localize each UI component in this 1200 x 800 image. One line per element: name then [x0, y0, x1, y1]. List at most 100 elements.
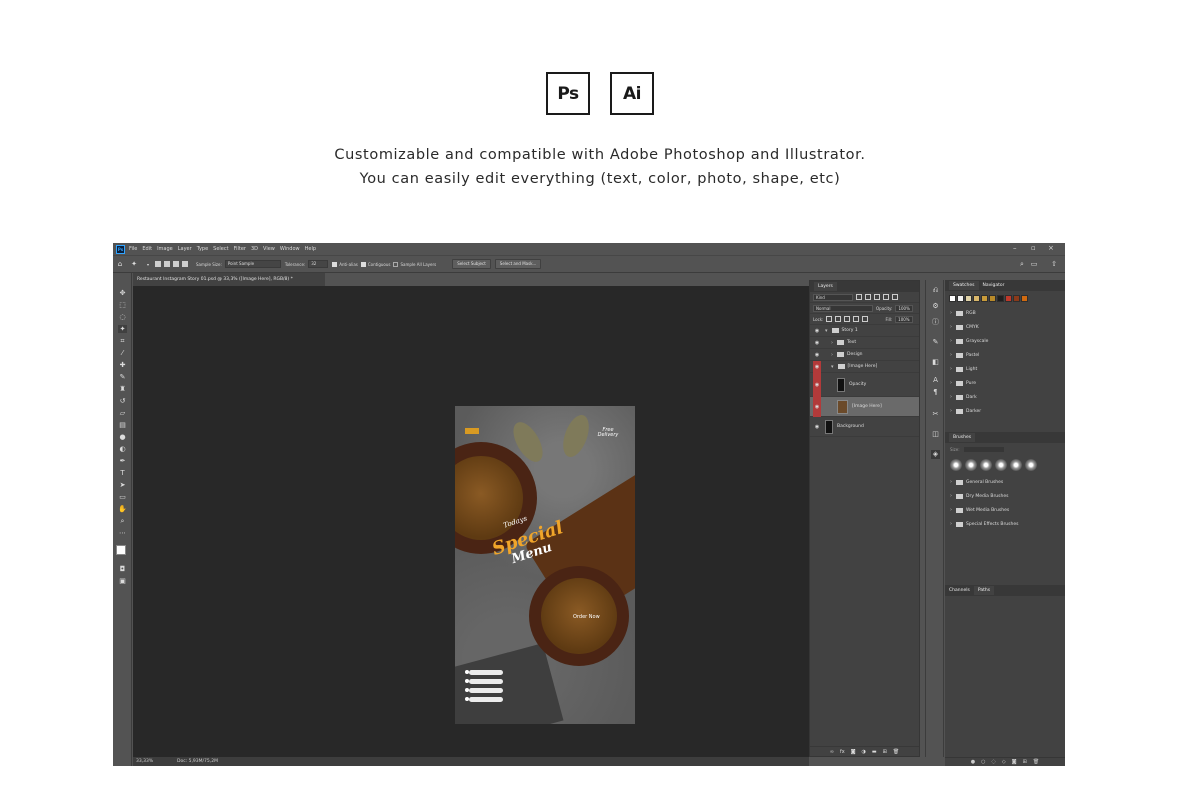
paragraph-icon[interactable]: ¶: [931, 388, 940, 397]
tab-layers[interactable]: Layers: [814, 282, 837, 291]
tab-brushes[interactable]: Brushes: [949, 433, 976, 442]
info-icon[interactable]: ⓘ: [931, 318, 940, 327]
menu-edit[interactable]: Edit: [142, 246, 152, 252]
stroke-path-icon[interactable]: ○: [981, 759, 985, 765]
layer-row[interactable]: ◉ › Text: [810, 337, 919, 349]
select-and-mask-button[interactable]: Select and Mask...: [494, 259, 542, 269]
menu-layer[interactable]: Layer: [178, 246, 192, 252]
layer-row[interactable]: ◉ [Image Here]: [810, 396, 919, 417]
chevron-right-icon[interactable]: ›: [950, 380, 952, 386]
eye-icon[interactable]: ◉: [813, 396, 821, 417]
load-selection-icon[interactable]: ◌: [992, 759, 996, 765]
chevron-right-icon[interactable]: ›: [950, 366, 952, 372]
chevron-right-icon[interactable]: ›: [950, 352, 952, 358]
lock-pixels-icon[interactable]: [826, 316, 833, 322]
menu-filter[interactable]: Filter: [234, 246, 246, 252]
folder-row[interactable]: › Darker: [945, 404, 1065, 418]
brush-preset[interactable]: [980, 459, 992, 471]
eye-icon[interactable]: ◉: [813, 349, 821, 361]
foreground-color[interactable]: [116, 545, 126, 555]
type-tool-icon[interactable]: T: [118, 469, 127, 477]
dodge-tool-icon[interactable]: ◐: [118, 445, 127, 453]
sample-all-layers-checkbox[interactable]: [393, 261, 399, 267]
adjustment-filter-icon[interactable]: [865, 294, 871, 300]
lock-artboard-icon[interactable]: [853, 316, 860, 322]
minimize-icon[interactable]: –: [1013, 244, 1017, 252]
subtract-selection-icon[interactable]: [173, 261, 179, 267]
new-group-icon[interactable]: ▬: [872, 749, 877, 755]
tolerance-input[interactable]: 32: [308, 260, 329, 268]
libraries-icon[interactable]: ◫: [931, 430, 940, 439]
lasso-tool-icon[interactable]: ◌: [118, 313, 127, 321]
magic-wand-tool-icon[interactable]: ✦: [118, 325, 127, 333]
chevron-right-icon[interactable]: ›: [950, 324, 952, 330]
folder-row[interactable]: › Grayscale: [945, 334, 1065, 348]
smart-filter-icon[interactable]: [892, 294, 898, 300]
menu-file[interactable]: File: [129, 246, 137, 252]
color-swatch[interactable]: [1013, 295, 1020, 302]
color-swatch[interactable]: [997, 295, 1004, 302]
document-tab[interactable]: Restaurant Instagram Story 01.psd @ 33,3…: [133, 273, 325, 286]
artwork-canvas[interactable]: Free Delivery Todays Special Menu Order …: [455, 406, 635, 724]
shape-filter-icon[interactable]: [883, 294, 889, 300]
menu-type[interactable]: Type: [197, 246, 208, 252]
folder-row[interactable]: › RGB: [945, 306, 1065, 320]
new-layer-icon[interactable]: ⊞: [883, 749, 887, 755]
tab-channels[interactable]: Channels: [949, 588, 970, 593]
chevron-right-icon[interactable]: ›: [950, 493, 952, 499]
marquee-tool-icon[interactable]: ⬚: [118, 301, 127, 309]
pixel-filter-icon[interactable]: [856, 294, 862, 300]
character-icon[interactable]: A: [931, 376, 940, 385]
fill-input[interactable]: 100%: [895, 315, 913, 323]
canvas-area[interactable]: Free Delivery Todays Special Menu Order …: [133, 286, 809, 757]
layer-row[interactable]: ◉ Background: [810, 417, 919, 437]
brush-preset[interactable]: [1025, 459, 1037, 471]
lock-position-icon[interactable]: [844, 316, 851, 322]
color-swatch[interactable]: [973, 295, 980, 302]
eye-icon[interactable]: ◉: [813, 417, 821, 437]
eyedropper-tool-icon[interactable]: ⁄: [118, 349, 127, 357]
tab-swatches[interactable]: Swatches: [949, 281, 979, 290]
eraser-tool-icon[interactable]: ▱: [118, 409, 127, 417]
eye-icon[interactable]: ◉: [813, 325, 821, 337]
trash-icon[interactable]: 🗑: [893, 749, 899, 755]
chevron-right-icon[interactable]: ›: [950, 479, 952, 485]
folder-row[interactable]: › Special Effects Brushes: [945, 517, 1065, 531]
select-subject-button[interactable]: Select Subject: [452, 259, 491, 269]
clone-source-icon[interactable]: ◧: [931, 358, 940, 367]
shape-tool-icon[interactable]: ▭: [118, 493, 127, 501]
kind-filter-select[interactable]: Kind: [813, 293, 853, 301]
workspace-icon[interactable]: ▭: [1030, 260, 1038, 268]
magic-wand-icon[interactable]: ✦: [130, 260, 138, 268]
color-swatch[interactable]: [965, 295, 972, 302]
screen-mode-icon[interactable]: ▣: [118, 577, 127, 585]
pen-tool-icon[interactable]: ✒: [118, 457, 127, 465]
search-icon[interactable]: ⌕: [1018, 260, 1026, 268]
make-path-icon[interactable]: ◇: [1002, 759, 1006, 765]
zoom-level[interactable]: 33,33%: [136, 759, 153, 764]
chevron-right-icon[interactable]: ›: [950, 394, 952, 400]
chevron-right-icon[interactable]: ›: [831, 352, 833, 358]
stamp-tool-icon[interactable]: ♜: [118, 385, 127, 393]
new-selection-icon[interactable]: [155, 261, 161, 267]
folder-row[interactable]: › General Brushes: [945, 475, 1065, 489]
new-path-icon[interactable]: ⊞: [1023, 759, 1027, 765]
close-icon[interactable]: ×: [1048, 244, 1054, 252]
chevron-right-icon[interactable]: ›: [950, 408, 952, 414]
folder-row[interactable]: › Dark: [945, 390, 1065, 404]
intersect-selection-icon[interactable]: [182, 261, 188, 267]
color-swatch[interactable]: [949, 295, 956, 302]
fill-path-icon[interactable]: ●: [971, 759, 975, 765]
chevron-right-icon[interactable]: ›: [950, 310, 952, 316]
brush-preset[interactable]: [1010, 459, 1022, 471]
layer-row[interactable]: ◉ ▾ [Image Here]: [810, 360, 919, 373]
zoom-tool-icon[interactable]: ⌕: [118, 517, 127, 525]
menu-select[interactable]: Select: [213, 246, 228, 252]
tab-paths[interactable]: Paths: [973, 586, 995, 595]
color-swatch[interactable]: [1021, 295, 1028, 302]
move-tool-icon[interactable]: ✥: [118, 289, 127, 297]
sample-size-select[interactable]: Point Sample: [224, 260, 281, 268]
eye-icon[interactable]: ◉: [813, 372, 821, 397]
folder-row[interactable]: › Pure: [945, 376, 1065, 390]
folder-row[interactable]: › Wet Media Brushes: [945, 503, 1065, 517]
